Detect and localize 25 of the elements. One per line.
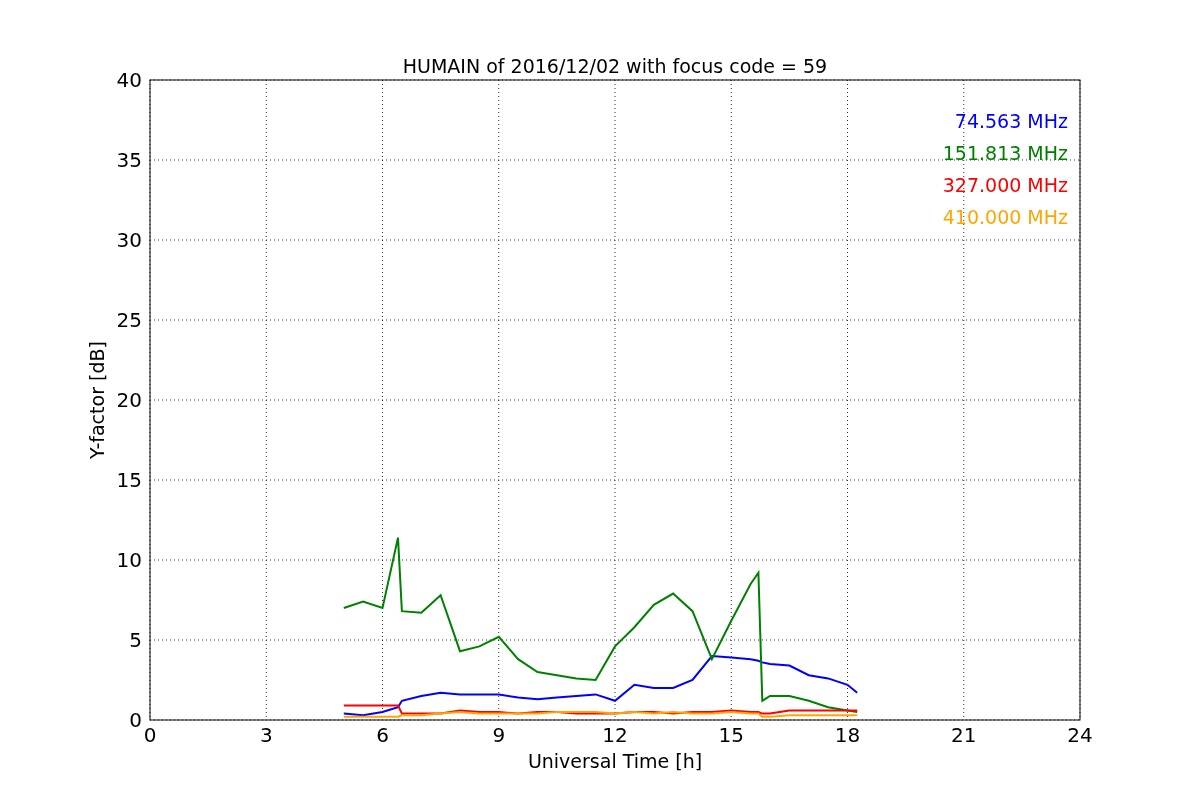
tick-label: 6 (376, 723, 389, 747)
tick-label: 25 (116, 308, 142, 332)
legend-label: 327.000 MHz (942, 174, 1068, 196)
tick-label: 24 (1067, 723, 1093, 747)
tick-label: 5 (129, 628, 142, 652)
tick-label: 20 (116, 388, 142, 412)
tick-label: 3 (259, 723, 273, 747)
tick-label: 18 (834, 723, 861, 747)
tick-label: 0 (129, 708, 142, 732)
tick-label: 35 (116, 148, 142, 172)
legend-label: 74.563 MHz (954, 110, 1068, 132)
tick-label: 21 (951, 723, 977, 747)
tick-label: 15 (718, 723, 744, 747)
legend-label: 151.813 MHz (942, 142, 1068, 164)
tick-label: 10 (116, 548, 142, 572)
tick-label: 40 (116, 68, 142, 92)
chart-title: HUMAIN of 2016/12/02 with focus code = 59 (402, 55, 828, 77)
tick-label: 15 (116, 468, 142, 492)
tick-label: 12 (602, 723, 628, 747)
tick-label: 0 (143, 723, 157, 747)
x-axis-label: Universal Time [h] (527, 750, 703, 772)
legend-label: 410.000 MHz (942, 206, 1068, 228)
tick-label: 9 (492, 723, 506, 747)
y-axis-label: Y-factor [dB] (86, 341, 108, 459)
tick-label: 30 (116, 228, 142, 252)
